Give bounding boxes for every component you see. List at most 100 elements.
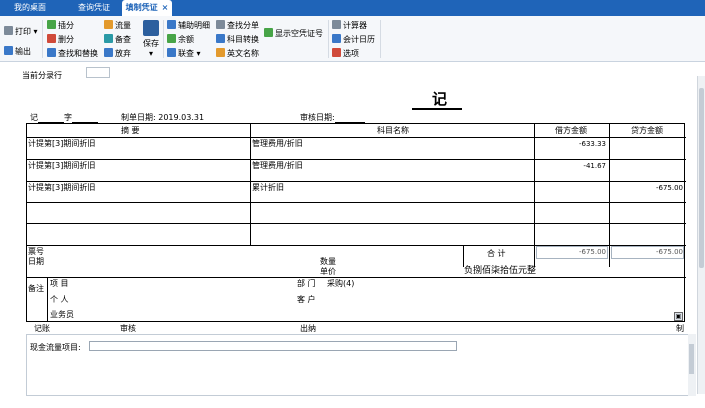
options-button[interactable]: 选项 <box>332 48 359 60</box>
grid-line <box>463 245 464 267</box>
save-button[interactable]: 保存 ▾ <box>142 20 160 58</box>
table-row-account[interactable]: 累计折旧 <box>252 183 284 193</box>
grid-line <box>534 245 535 267</box>
project-label: 项 目 <box>50 279 69 288</box>
print-button[interactable]: 打印 ▾ <box>4 26 38 38</box>
audit-date-field <box>334 114 365 123</box>
salesman-label: 业务员 <box>50 310 74 319</box>
grid-line <box>47 277 48 322</box>
voucher-no-field[interactable] <box>72 114 98 123</box>
table-row-account[interactable]: 管理费用/折旧 <box>252 139 303 149</box>
table-row-summary[interactable]: 计提第[3]期间折旧 <box>28 161 95 171</box>
total-credit: -675.00 <box>655 248 683 256</box>
tab-bar: 我的桌面 查询凭证 填制凭证 × <box>0 0 705 16</box>
ribbon-toolbar: 打印 ▾ 输出 插分 删分 查找和替换 流量 备查 放弃 保存 ▾ 辅助明细 余… <box>0 16 705 62</box>
col-header-credit: 贷方金额 <box>631 126 663 135</box>
voucher-icon <box>264 28 273 37</box>
link-icon <box>167 48 176 57</box>
grid-line <box>534 124 535 245</box>
find-entry-button[interactable]: 查找分单 <box>216 20 259 32</box>
check-icon <box>104 34 113 43</box>
current-entry-label: 当前分录行 <box>22 71 62 80</box>
voucher-date[interactable]: 制单日期: 2019.03.31 <box>121 112 204 123</box>
cashier-label: 出纳 <box>300 324 316 333</box>
bill-no-label: 票号 <box>28 247 44 256</box>
expand-icon[interactable]: ▣ <box>674 312 683 321</box>
delete-icon <box>47 34 56 43</box>
close-icon[interactable]: × <box>162 0 169 16</box>
english-name-button[interactable]: 英文名称 <box>216 48 259 60</box>
balance-icon <box>167 34 176 43</box>
detail-icon <box>167 20 176 29</box>
col-header-summary: 摘 要 <box>121 126 140 135</box>
show-empty-voucher-button[interactable]: 显示空凭证号 <box>264 28 323 40</box>
customer-label: 客 户 <box>297 295 316 304</box>
grid-line <box>27 181 686 182</box>
voucher-type[interactable]: 记 <box>30 112 64 123</box>
floppy-icon <box>143 20 159 36</box>
table-row-debit[interactable]: -41.67 <box>536 161 606 171</box>
bookkeeper-label: 记账 <box>34 324 50 333</box>
printer-icon <box>4 26 13 35</box>
output-button[interactable]: 输出 <box>4 46 31 58</box>
tab-query-voucher[interactable]: 查询凭证 <box>66 0 122 16</box>
language-icon <box>216 48 225 57</box>
search-icon <box>47 48 56 57</box>
calculator-icon <box>332 20 341 29</box>
grid-line <box>609 124 610 245</box>
calculator-button[interactable]: 计算器 <box>332 20 367 32</box>
check-button[interactable]: 备查 <box>104 34 131 46</box>
current-entry-field[interactable] <box>86 67 110 78</box>
table-row-summary[interactable]: 计提第[3]期间折旧 <box>28 183 95 193</box>
ribbon-divider <box>328 20 329 58</box>
col-header-account: 科目名称 <box>377 126 409 135</box>
cashflow-scrollbar[interactable] <box>688 334 696 396</box>
unit-price-label: 单价 <box>320 267 336 276</box>
link-query-button[interactable]: 联查 ▾ <box>167 48 201 60</box>
voucher-date-value[interactable]: 2019.03.31 <box>158 113 204 122</box>
table-row-credit[interactable]: -675.00 <box>611 183 683 193</box>
grid-line <box>609 245 610 267</box>
scrollbar-thumb[interactable] <box>699 88 704 268</box>
aux-detail-button[interactable]: 辅助明细 <box>167 20 210 32</box>
export-icon <box>4 46 13 55</box>
remark-label: 备注 <box>28 284 44 293</box>
audit-date: 审核日期: <box>300 112 365 123</box>
cashflow-label: 现金流量项目: <box>30 343 81 352</box>
voucher-no[interactable]: 字 <box>64 112 98 123</box>
insert-icon <box>47 20 56 29</box>
maker-label: 制 <box>676 324 684 333</box>
voucher-type-field[interactable] <box>38 114 64 123</box>
grid-line <box>27 137 686 138</box>
main-scrollbar[interactable] <box>697 76 705 394</box>
ribbon-divider <box>163 20 164 58</box>
dept-label: 部 门 <box>297 279 316 288</box>
person-label: 个 人 <box>50 295 69 304</box>
account-convert-button[interactable]: 科目转换 <box>216 34 259 46</box>
grid-line <box>27 202 686 203</box>
find-replace-button[interactable]: 查找和替换 <box>47 48 98 60</box>
scrollbar-thumb[interactable] <box>689 344 694 374</box>
balance-button[interactable]: 余额 <box>167 34 194 46</box>
ribbon-divider <box>380 20 381 58</box>
undo-icon <box>104 48 113 57</box>
tab-fill-voucher-label: 填制凭证 <box>125 3 158 12</box>
delete-entry-button[interactable]: 删分 <box>47 34 74 46</box>
calendar-button[interactable]: 会计日历 <box>332 34 375 46</box>
flow-icon <box>104 20 113 29</box>
cashflow-panel: 现金流量项目: <box>26 334 696 396</box>
options-icon <box>332 48 341 57</box>
dept-value[interactable]: 采购(4) <box>327 279 354 289</box>
table-row-summary[interactable]: 计提第[3]期间折旧 <box>28 139 95 149</box>
table-row-account[interactable]: 管理费用/折旧 <box>252 161 303 171</box>
tab-my-desktop[interactable]: 我的桌面 <box>0 0 60 16</box>
flow-button[interactable]: 流量 <box>104 20 131 32</box>
void-button[interactable]: 放弃 <box>104 48 131 60</box>
table-row-debit[interactable]: -633.33 <box>536 139 606 149</box>
total-in-words: 负捌佰柒拾伍元整 <box>464 266 537 276</box>
qty-label: 数量 <box>320 257 336 266</box>
insert-entry-button[interactable]: 插分 <box>47 20 74 32</box>
tab-fill-voucher[interactable]: 填制凭证 × <box>122 0 172 16</box>
cashflow-input[interactable] <box>89 341 457 351</box>
total-label: 合 计 <box>487 249 506 258</box>
